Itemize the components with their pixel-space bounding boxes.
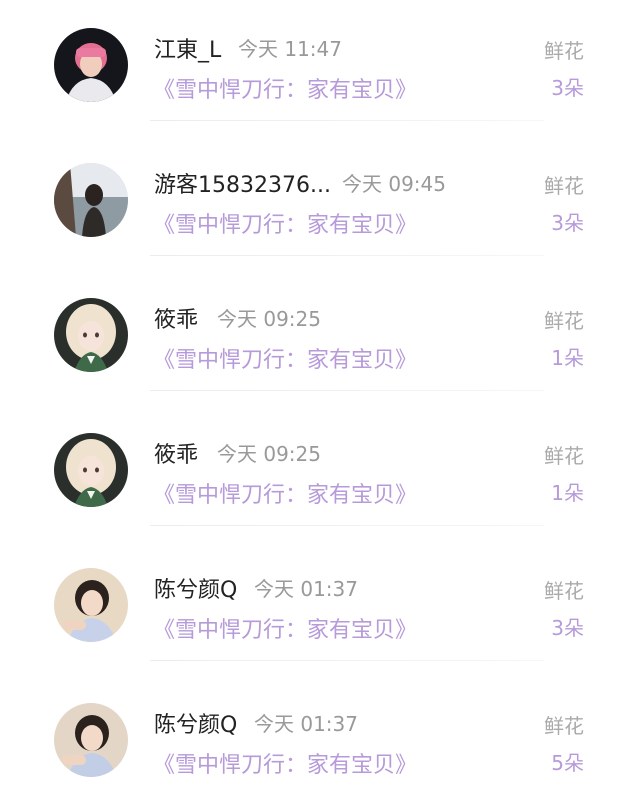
avatar[interactable]: [54, 28, 128, 102]
list-item[interactable]: 陈兮颜Q 今天 01:37 《雪中悍刀行：家有宝贝》 鲜花 3朵: [0, 540, 640, 675]
gift-count: 1朵: [551, 346, 584, 370]
avatar[interactable]: [54, 163, 128, 237]
divider: [150, 390, 544, 391]
avatar-girl-photo-icon: [54, 568, 128, 642]
gift-time: 今天 09:25: [217, 442, 321, 466]
user-name[interactable]: 筱乖: [154, 437, 198, 469]
list-item[interactable]: 陈兮颜Q 今天 01:37 《雪中悍刀行：家有宝贝》 鲜花 5朵: [0, 675, 640, 799]
divider: [150, 660, 544, 661]
gift-type-label: 鲜花: [544, 309, 584, 333]
gift-count: 3朵: [551, 211, 584, 235]
divider: [150, 120, 544, 121]
gift-time: 今天 09:25: [217, 307, 321, 331]
gift-time: 今天 11:47: [238, 37, 342, 61]
avatar[interactable]: [54, 703, 128, 777]
gift-type-label: 鲜花: [544, 174, 584, 198]
user-name[interactable]: 江東_L: [154, 32, 221, 64]
gift-type-label: 鲜花: [544, 39, 584, 63]
gift-count: 3朵: [551, 616, 584, 640]
avatar-blonde-illustration-icon: [54, 433, 128, 507]
book-title-link[interactable]: 《雪中悍刀行：家有宝贝》: [153, 72, 417, 104]
book-title-link[interactable]: 《雪中悍刀行：家有宝贝》: [153, 477, 417, 509]
divider: [150, 525, 544, 526]
gift-count: 3朵: [551, 76, 584, 100]
user-name[interactable]: 陈兮颜Q: [154, 707, 237, 739]
list-item[interactable]: 游客15832376... 今天 09:45 《雪中悍刀行：家有宝贝》 鲜花 3…: [0, 135, 640, 270]
user-name[interactable]: 筱乖: [154, 302, 198, 334]
gift-type-label: 鲜花: [544, 579, 584, 603]
user-name[interactable]: 陈兮颜Q: [154, 572, 237, 604]
gift-count: 5朵: [551, 751, 584, 775]
gift-type-label: 鲜花: [544, 444, 584, 468]
avatar-blonde-illustration-icon: [54, 298, 128, 372]
book-title-link[interactable]: 《雪中悍刀行：家有宝贝》: [153, 342, 417, 374]
gift-time: 今天 01:37: [254, 712, 358, 736]
avatar[interactable]: [54, 298, 128, 372]
avatar[interactable]: [54, 433, 128, 507]
gift-time: 今天 01:37: [254, 577, 358, 601]
user-name[interactable]: 游客15832376...: [154, 167, 331, 199]
avatar-pink-hair-icon: [54, 28, 128, 102]
list-item[interactable]: 江東_L 今天 11:47 《雪中悍刀行：家有宝贝》 鲜花 3朵: [0, 0, 640, 135]
list-item[interactable]: 筱乖 今天 09:25 《雪中悍刀行：家有宝贝》 鲜花 1朵: [0, 270, 640, 405]
book-title-link[interactable]: 《雪中悍刀行：家有宝贝》: [153, 747, 417, 779]
list-item[interactable]: 筱乖 今天 09:25 《雪中悍刀行：家有宝贝》 鲜花 1朵: [0, 405, 640, 540]
avatar-girl-photo-icon: [54, 703, 128, 777]
divider: [150, 255, 544, 256]
book-title-link[interactable]: 《雪中悍刀行：家有宝贝》: [153, 207, 417, 239]
gift-time: 今天 09:45: [342, 172, 446, 196]
flower-gift-list: 江東_L 今天 11:47 《雪中悍刀行：家有宝贝》 鲜花 3朵 游客15832…: [0, 0, 640, 799]
gift-type-label: 鲜花: [544, 714, 584, 738]
avatar[interactable]: [54, 568, 128, 642]
book-title-link[interactable]: 《雪中悍刀行：家有宝贝》: [153, 612, 417, 644]
gift-count: 1朵: [551, 481, 584, 505]
avatar-seaside-icon: [54, 163, 128, 237]
